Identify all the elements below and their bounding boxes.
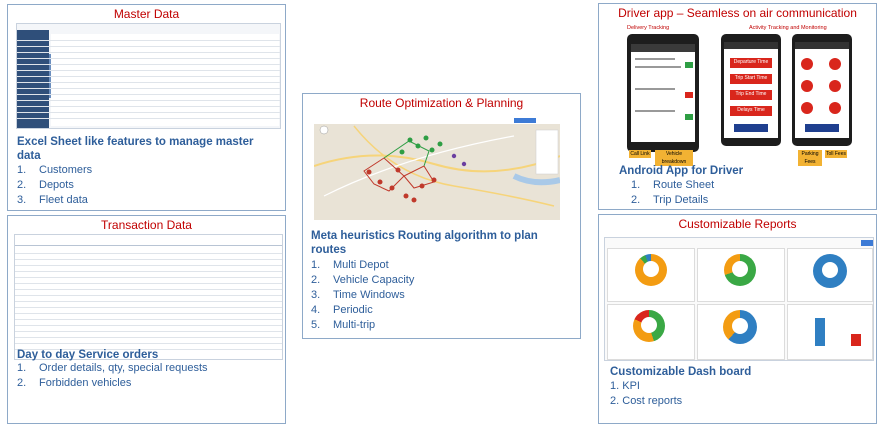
call-link-tag: Call Link	[629, 150, 651, 158]
bar	[851, 334, 861, 346]
list-item: 1. Multi Depot	[311, 259, 389, 271]
route-optimization-panel: Route Optimization & Planning Meta heuri…	[302, 93, 581, 339]
customizable-reports-heading: Customizable Dash board	[610, 366, 752, 378]
activity-tracking-label: Activity Tracking and Monitoring	[749, 25, 827, 31]
master-data-screenshot	[16, 23, 281, 129]
list-item: 5. Multi-trip	[311, 319, 376, 331]
donut-hole	[641, 317, 657, 333]
dashboard-screenshot	[604, 237, 874, 361]
master-data-panel: Master Data Excel Sheet like features to…	[7, 4, 286, 211]
delays-time-button[interactable]: Delays Time	[730, 106, 772, 116]
transaction-data-screenshot	[14, 234, 283, 360]
transaction-data-title: Transaction Data	[101, 218, 192, 232]
parking-fees-tag: Parking Fees	[798, 150, 822, 166]
master-data-title: Master Data	[113, 7, 180, 21]
list-item: 2. Trip Details	[631, 194, 709, 206]
list-item: 2. Cost reports	[610, 395, 683, 407]
customizable-reports-title: Customizable Reports	[678, 217, 797, 231]
list-item: 4. Periodic	[311, 304, 373, 316]
bar	[815, 318, 825, 346]
route-optimization-list: 1. Multi Depot 2. Vehicle Capacity 3. Time …	[311, 258, 414, 333]
driver-app-panel: Driver app – Seamless on air communicati…	[598, 3, 877, 210]
transaction-data-panel: Transaction Data Day to day Service orde…	[7, 215, 286, 424]
route-optimization-heading: Meta heuristics Routing algorithm to pla…	[311, 230, 538, 256]
delivery-tracking-label: Delivery Tracking	[627, 25, 670, 31]
driver-app-heading: Android App for Driver	[619, 165, 744, 177]
trip-start-time-button[interactable]: Trip Start Time	[730, 74, 772, 84]
list-item: 1. Route Sheet	[631, 179, 715, 191]
activity-phone-2	[792, 34, 852, 146]
toll-fees-tag: Toll Fees	[825, 150, 847, 158]
list-item: 1. Order details, qty, special requests	[17, 362, 208, 374]
master-sidebar	[17, 30, 49, 128]
list-item: 2. Depots	[17, 179, 74, 191]
dash-card	[787, 304, 873, 360]
list-item: 3. Time Windows	[311, 289, 405, 301]
customizable-reports-list: 1. KPI 2. Cost reports	[610, 379, 682, 409]
driver-app-list: 1. Route Sheet 2. Trip Details	[631, 178, 714, 208]
master-data-list: 1. Customers 2. Depots 3. Fleet data	[17, 163, 92, 208]
donut-hole	[643, 261, 659, 277]
list-item: 3. Fleet data	[17, 194, 88, 206]
driver-app-title: Driver app – Seamless on air communicati…	[618, 6, 857, 20]
list-item: 1. KPI	[610, 380, 640, 392]
departure-time-button[interactable]: Departure Time	[730, 58, 772, 68]
route-map-drawing	[314, 116, 560, 207]
route-optimization-title: Route Optimization & Planning	[359, 96, 524, 110]
donut-hole	[732, 261, 748, 277]
transaction-data-list: 1. Order details, qty, special requests 2…	[17, 361, 208, 391]
trip-end-time-button[interactable]: Trip End Time	[730, 90, 772, 100]
list-item: 2. Vehicle Capacity	[311, 274, 415, 286]
master-data-heading: Excel Sheet like features to manage mast…	[17, 136, 254, 162]
list-item: 2. Forbidden vehicles	[17, 377, 132, 389]
donut-hole	[822, 262, 838, 278]
activity-phone-1: Departure Time Trip Start Time Trip End …	[721, 34, 781, 146]
transaction-data-heading: Day to day Service orders	[17, 349, 159, 361]
list-item: 1. Customers	[17, 164, 93, 176]
route-map	[314, 116, 560, 220]
customizable-reports-panel: Customizable Reports Customizable Dash b…	[598, 214, 877, 424]
delivery-phone	[627, 34, 699, 152]
donut-hole	[732, 318, 748, 334]
